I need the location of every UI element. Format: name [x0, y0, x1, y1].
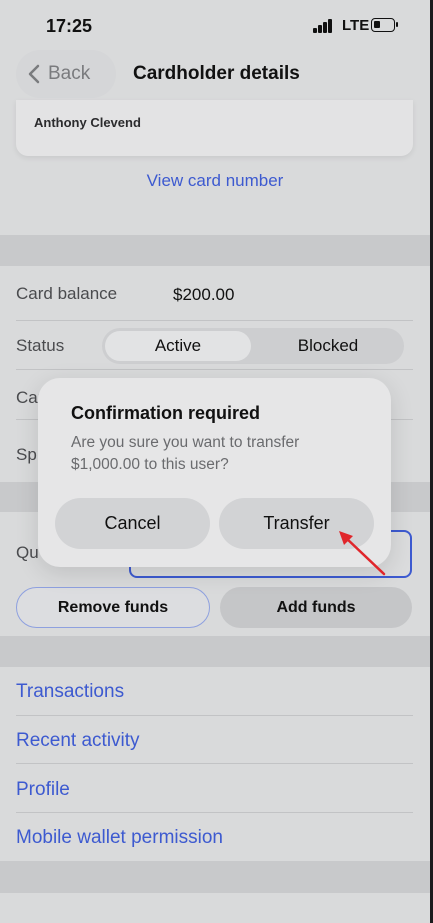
- screen: 17:25 LTE Back Cardholder details Anthon…: [0, 0, 433, 923]
- card-balance-value: $200.00: [173, 285, 235, 304]
- quantity-label: Qu: [16, 543, 39, 562]
- status-label: Status: [16, 336, 65, 355]
- status-segmented-control[interactable]: Active Blocked: [102, 328, 404, 364]
- chevron-left-icon: [28, 64, 40, 84]
- card-holder-name: Anthony Clevend: [34, 115, 141, 130]
- remove-funds-button[interactable]: Remove funds: [16, 587, 210, 628]
- add-funds-button[interactable]: Add funds: [220, 587, 412, 628]
- transactions-link[interactable]: Transactions: [16, 681, 124, 703]
- recent-activity-link[interactable]: Recent activity: [16, 730, 140, 752]
- status-time: 17:25: [46, 16, 93, 36]
- divider: [16, 812, 413, 813]
- mobile-wallet-permission-link[interactable]: Mobile wallet permission: [16, 827, 223, 849]
- divider: [16, 320, 413, 321]
- status-option-blocked[interactable]: Blocked: [255, 331, 401, 361]
- network-label: LTE: [342, 17, 370, 34]
- card-preview: Anthony Clevend: [16, 100, 413, 156]
- dialog-title: Confirmation required: [71, 403, 261, 423]
- section-separator: [0, 235, 430, 266]
- transfer-button[interactable]: Transfer: [219, 498, 374, 549]
- profile-link[interactable]: Profile: [16, 779, 70, 801]
- divider: [16, 369, 413, 370]
- back-button-label: Back: [48, 63, 91, 84]
- back-button[interactable]: Back: [16, 50, 116, 98]
- divider: [16, 715, 413, 716]
- cancel-button[interactable]: Cancel: [55, 498, 210, 549]
- page-title: Cardholder details: [133, 63, 300, 84]
- dialog-message: Are you sure you want to transfer $1,000…: [71, 434, 300, 473]
- signal-icon: [313, 19, 337, 33]
- battery-icon: [371, 18, 398, 32]
- divider: [16, 763, 413, 764]
- confirmation-dialog: Confirmation required Are you sure you w…: [38, 378, 391, 567]
- spend-row-label: Sp: [16, 445, 37, 464]
- section-separator: [0, 861, 430, 893]
- section-separator: [0, 636, 430, 667]
- view-card-number-link[interactable]: View card number: [0, 171, 430, 191]
- card-balance-label: Card balance: [16, 284, 118, 303]
- status-option-active[interactable]: Active: [105, 331, 251, 361]
- status-bar: 17:25 LTE: [0, 0, 430, 48]
